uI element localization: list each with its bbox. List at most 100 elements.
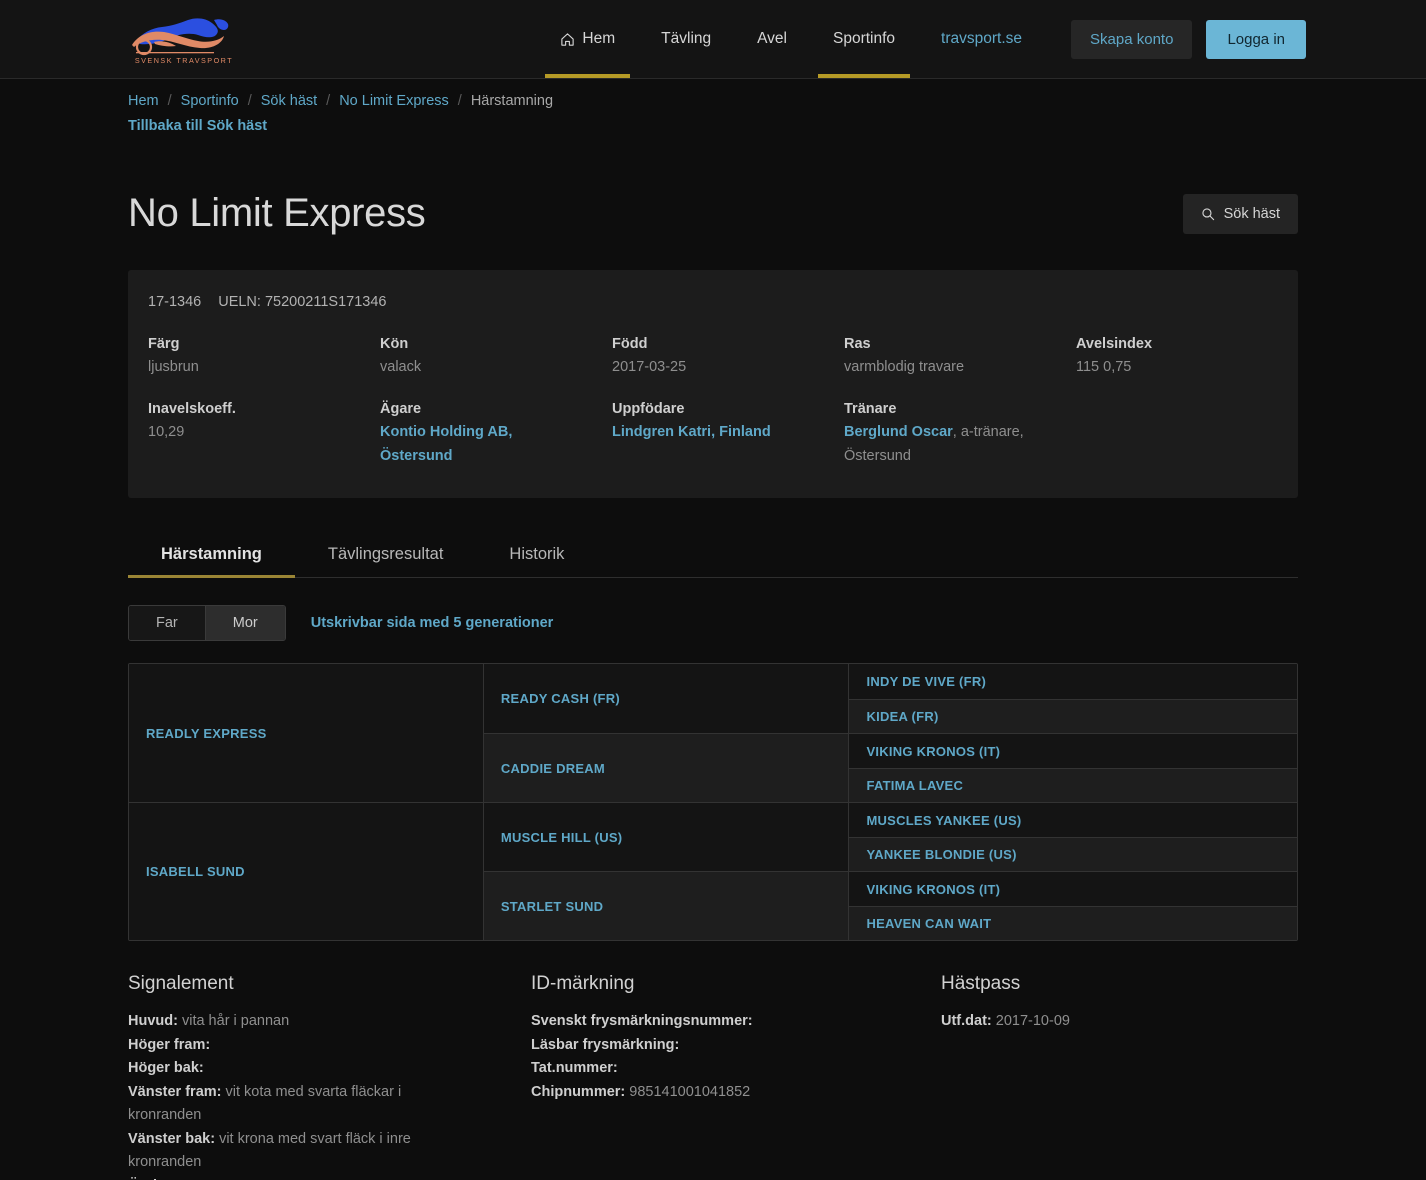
- label-utf-dat: Utf.dat:: [941, 1013, 992, 1030]
- create-account-button[interactable]: Skapa konto: [1071, 19, 1193, 59]
- label-tat-nummer: Tat.nummer:: [531, 1060, 618, 1077]
- pedigree-cell-g3-1[interactable]: INDY DE VIVE (FR): [849, 664, 1297, 699]
- pedigree-cell-g2-3[interactable]: MUSCLE HILL (US): [483, 802, 849, 872]
- pedigree-cell-g3-5[interactable]: MUSCLES YANKEE (US): [849, 802, 1297, 837]
- pedigree-cell-g2-2[interactable]: CADDIE DREAM: [483, 733, 849, 803]
- breadcrumb: Hem / Sportinfo / Sök häst / No Limit Ex…: [128, 79, 1298, 109]
- field-value-avelsindex: 115 0,75: [1076, 359, 1132, 375]
- field-label-agare: Ägare: [380, 401, 422, 418]
- section-title-id-markning: ID-märkning: [531, 973, 635, 995]
- pedigree-cell-dam[interactable]: ISABELL SUND: [129, 802, 483, 941]
- breadcrumb-item-harstamning: Härstamning: [470, 93, 554, 109]
- registration-number: 17-1346: [148, 294, 202, 310]
- pedigree-cell-sire[interactable]: READLY EXPRESS: [129, 664, 483, 803]
- field-label-ras: Ras: [844, 336, 871, 352]
- breadcrumb-item-no-limit-express[interactable]: No Limit Express: [339, 93, 449, 109]
- field-avelsindex: Avelsindex 115 0,75: [1076, 336, 1278, 379]
- breadcrumb-separator: /: [167, 93, 172, 109]
- label-chipnummer: Chipnummer:: [531, 1083, 626, 1100]
- toggle-mor-button[interactable]: Mor: [204, 606, 285, 641]
- field-label-farg: Färg: [148, 336, 180, 352]
- field-agare: Ägare Kontio Holding AB, Östersund: [380, 401, 612, 468]
- trainer-link[interactable]: Berglund Oscar: [844, 424, 953, 440]
- pedigree-cell-g2-1[interactable]: READY CASH (FR): [483, 664, 849, 734]
- pedigree-cell-g2-4[interactable]: STARLET SUND: [483, 871, 849, 941]
- pedigree-generation-3: INDY DE VIVE (FR) KIDEA (FR) VIKING KRON…: [848, 664, 1297, 941]
- label-frysmarkningsnummer: Svenskt frysmärkningsnummer:: [531, 1013, 753, 1030]
- tab-harstamning[interactable]: Härstamning: [128, 534, 295, 579]
- signalement-line-vanster-fram: Vänster fram: vit kota med svarta fläcka…: [128, 1081, 428, 1128]
- breadcrumb-item-sportinfo[interactable]: Sportinfo: [181, 93, 239, 109]
- field-label-uppfodare: Uppfödare: [612, 401, 685, 418]
- pedigree-cell-g3-3[interactable]: VIKING KRONOS (IT): [849, 733, 1297, 768]
- horse-attributes-grid: Färg ljusbrun Kön valack Född 2017-03-25…: [148, 336, 1278, 468]
- section-title-signalement: Signalement: [128, 973, 234, 995]
- signalement-line-hoger-bak: Höger bak:: [128, 1057, 428, 1080]
- horse-identifiers: 17-1346 UELN: 75200211S171346: [148, 294, 1278, 310]
- detail-tabs: Härstamning Tävlingsresultat Historik: [128, 534, 1298, 579]
- page-content: Hem / Sportinfo / Sök häst / No Limit Ex…: [0, 79, 1426, 1180]
- label-hoger-fram: Höger fram:: [128, 1036, 211, 1053]
- pedigree-controls: Far Mor Utskrivbar sida med 5 generation…: [128, 605, 1298, 642]
- printable-pedigree-link[interactable]: Utskrivbar sida med 5 generationer: [311, 615, 554, 631]
- signalement-line-huvud: Huvud: vita hår i pannan: [128, 1010, 428, 1033]
- breadcrumb-item-hem[interactable]: Hem: [128, 93, 159, 109]
- value-chipnummer: 985141001041852: [629, 1083, 751, 1100]
- owner-link[interactable]: Kontio Holding AB, Östersund: [380, 424, 512, 463]
- breeder-link[interactable]: Lindgren Katri, Finland: [612, 424, 771, 440]
- field-kon: Kön valack: [380, 336, 612, 379]
- hastpass-line-utf-dat: Utf.dat: 2017-10-09: [941, 1010, 1241, 1033]
- section-id-markning: ID-märkning Svenskt frysmärkningsnummer:…: [531, 973, 941, 1180]
- back-to-search-link[interactable]: Tillbaka till Sök häst: [128, 118, 1298, 134]
- svensk-travsport-logo[interactable]: SVENSK TRAVSPORT: [128, 11, 240, 67]
- tab-historik[interactable]: Historik: [476, 534, 597, 577]
- breadcrumb-separator: /: [247, 93, 252, 109]
- field-value-kon: valack: [380, 359, 422, 375]
- field-label-kon: Kön: [380, 336, 409, 352]
- field-value-inavelskoeff: 10,29: [148, 424, 185, 441]
- signalement-line-vanster-bak: Vänster bak: vit krona med svart fläck i…: [128, 1128, 428, 1175]
- pedigree-cell-g3-8[interactable]: HEAVEN CAN WAIT: [849, 905, 1297, 941]
- nav-label-travsport-se: travsport.se: [941, 30, 1023, 47]
- search-icon: [1201, 207, 1214, 220]
- main-navigation: Hem Tävling Avel Sportinfo travsport.se …: [537, 0, 1306, 78]
- section-signalement: Signalement Huvud: vita hår i pannan Hög…: [128, 973, 531, 1180]
- field-fodd: Född 2017-03-25: [612, 336, 844, 379]
- page-title: No Limit Express: [128, 191, 426, 235]
- nav-item-avel[interactable]: Avel: [734, 0, 810, 78]
- nav-label-tavling: Tävling: [661, 30, 712, 47]
- svg-text:SVENSK TRAVSPORT: SVENSK TRAVSPORT: [135, 56, 233, 65]
- field-label-fodd: Född: [612, 336, 648, 352]
- toggle-far-button[interactable]: Far: [129, 606, 205, 641]
- field-value-fodd: 2017-03-25: [612, 359, 687, 375]
- nav-item-travsport-se[interactable]: travsport.se: [918, 0, 1045, 78]
- pedigree-cell-g3-4[interactable]: FATIMA LAVEC: [849, 767, 1297, 803]
- login-button[interactable]: Logga in: [1206, 19, 1306, 59]
- search-horse-button[interactable]: Sök häst: [1182, 193, 1298, 234]
- field-inavelskoeff: Inavelskoeff. 10,29: [148, 401, 380, 468]
- field-value-uppfodare: Lindgren Katri, Finland: [612, 421, 802, 444]
- nav-item-sportinfo[interactable]: Sportinfo: [810, 0, 918, 78]
- pedigree-cell-g3-2[interactable]: KIDEA (FR): [849, 698, 1297, 734]
- nav-label-hem: Hem: [582, 30, 616, 47]
- breadcrumb-item-sok-hast[interactable]: Sök häst: [261, 93, 317, 109]
- pedigree-cell-g3-7[interactable]: VIKING KRONOS (IT): [849, 871, 1297, 906]
- signalement-line-ovrigt: Övrigt:: [128, 1175, 428, 1180]
- field-tranare: Tränare Berglund Oscar, a-tränare, Öster…: [844, 401, 1076, 468]
- tab-tavlingsresultat[interactable]: Tävlingsresultat: [295, 534, 477, 577]
- field-value-ras: varmblodig travare: [844, 359, 965, 375]
- field-ras: Ras varmblodig travare: [844, 336, 1076, 379]
- field-label-inavelskoeff: Inavelskoeff.: [148, 401, 236, 418]
- id-line-tat-nummer: Tat.nummer:: [531, 1057, 831, 1080]
- nav-item-hem[interactable]: Hem: [537, 0, 638, 78]
- pedigree-cell-g3-6[interactable]: YANKEE BLONDIE (US): [849, 836, 1297, 872]
- nav-item-tavling[interactable]: Tävling: [638, 0, 734, 78]
- detail-sections: Signalement Huvud: vita hår i pannan Hög…: [128, 973, 1298, 1180]
- breadcrumb-separator: /: [457, 93, 462, 109]
- id-line-chipnummer: Chipnummer: 985141001041852: [531, 1081, 831, 1104]
- site-header: SVENSK TRAVSPORT Hem Tävling Avel Sporti…: [0, 0, 1426, 79]
- value-utf-dat: 2017-10-09: [995, 1013, 1070, 1030]
- id-line-frysmarkningsnummer: Svenskt frysmärkningsnummer:: [531, 1010, 831, 1033]
- section-hastpass: Hästpass Utf.dat: 2017-10-09: [941, 973, 1298, 1180]
- pedigree-table: READLY EXPRESS ISABELL SUND READY CASH (…: [128, 663, 1298, 942]
